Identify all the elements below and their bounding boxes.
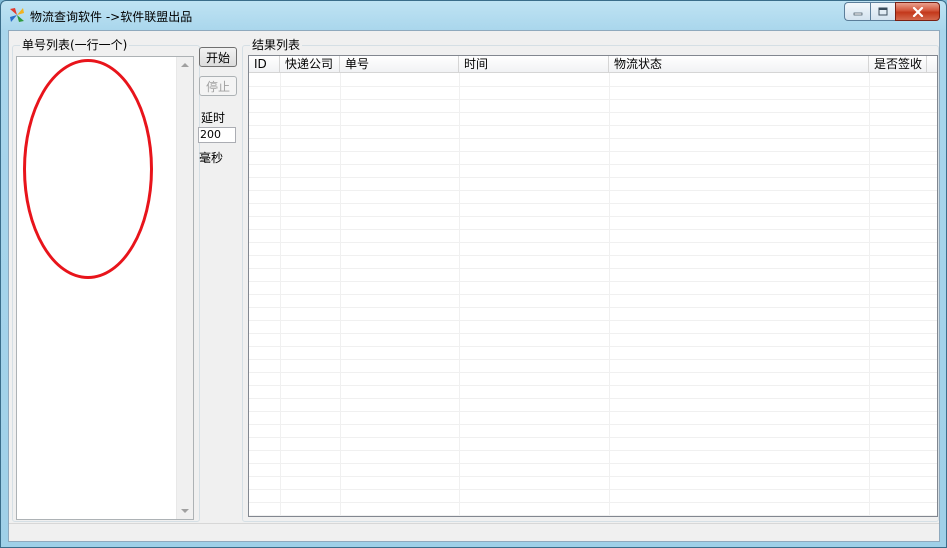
grid-row-line <box>249 502 937 503</box>
grid-row-line <box>249 177 937 178</box>
maximize-button[interactable] <box>870 2 895 21</box>
column-header-courier[interactable]: 快递公司 <box>280 56 340 73</box>
listview-header: ID 快递公司 单号 时间 物流状态 是否签收 <box>249 56 937 73</box>
grid-row-line <box>249 112 937 113</box>
grid-row-line <box>249 515 937 516</box>
start-button[interactable]: 开始 <box>199 47 237 67</box>
delay-label: 延时 <box>201 111 226 125</box>
status-bar <box>9 523 939 541</box>
grid-row-line <box>249 411 937 412</box>
column-header-time[interactable]: 时间 <box>459 56 609 73</box>
grid-row-line <box>249 476 937 477</box>
results-title: 结果列表 <box>250 38 303 52</box>
grid-row-line <box>249 190 937 191</box>
minimize-button[interactable] <box>844 2 870 21</box>
grid-row-line <box>249 164 937 165</box>
grid-row-line <box>249 385 937 386</box>
window-controls <box>844 2 940 21</box>
window-title: 物流查询软件 ->软件联盟出品 <box>30 10 193 24</box>
app-window: 物流查询软件 ->软件联盟出品 单号列表(一行一个) 开始 停止 延时 200 … <box>0 0 947 548</box>
grid-row-line <box>249 268 937 269</box>
grid-row-line <box>249 99 937 100</box>
column-header-id[interactable]: ID <box>249 56 280 73</box>
grid-row-line <box>249 424 937 425</box>
grid-row-line <box>249 255 937 256</box>
textarea-scrollbar[interactable] <box>176 57 193 519</box>
grid-row-line <box>249 86 937 87</box>
grid-row-line <box>249 489 937 490</box>
milliseconds-label: 毫秒 <box>199 151 224 165</box>
client-area: 单号列表(一行一个) 开始 停止 延时 200 毫秒 结果列表 ID 快递公司 … <box>8 30 940 542</box>
title-bar[interactable]: 物流查询软件 ->软件联盟出品 <box>1 1 946 29</box>
pinwheel-icon <box>10 8 24 22</box>
grid-row-line <box>249 437 937 438</box>
grid-row-line <box>249 125 937 126</box>
scroll-down-icon[interactable] <box>181 509 189 513</box>
grid-row-line <box>249 346 937 347</box>
grid-row-line <box>249 203 937 204</box>
close-icon <box>912 6 923 17</box>
tracking-list-title: 单号列表(一行一个) <box>20 38 130 52</box>
tracking-number-textarea[interactable] <box>16 56 194 520</box>
minimize-icon <box>853 12 862 15</box>
column-header-status[interactable]: 物流状态 <box>609 56 869 73</box>
grid-row-line <box>249 216 937 217</box>
grid-row-line <box>249 307 937 308</box>
results-listview[interactable]: ID 快递公司 单号 时间 物流状态 是否签收 <box>248 55 938 517</box>
grid-row-line <box>249 372 937 373</box>
grid-row-line <box>249 242 937 243</box>
grid-row-line <box>249 229 937 230</box>
grid-row-line <box>249 359 937 360</box>
scroll-up-icon[interactable] <box>181 63 189 67</box>
grid-row-line <box>249 450 937 451</box>
stop-button[interactable]: 停止 <box>199 76 237 96</box>
grid-row-line <box>249 320 937 321</box>
maximize-icon <box>878 7 888 16</box>
column-header-signed[interactable]: 是否签收 <box>869 56 927 73</box>
listview-body <box>249 73 937 516</box>
grid-row-line <box>249 333 937 334</box>
grid-row-line <box>249 463 937 464</box>
grid-row-line <box>249 294 937 295</box>
grid-row-line <box>249 138 937 139</box>
grid-row-line <box>249 151 937 152</box>
delay-input[interactable]: 200 <box>198 127 236 143</box>
grid-row-line <box>249 281 937 282</box>
close-button[interactable] <box>895 2 940 21</box>
column-header-tracking-no[interactable]: 单号 <box>340 56 459 73</box>
grid-row-line <box>249 398 937 399</box>
